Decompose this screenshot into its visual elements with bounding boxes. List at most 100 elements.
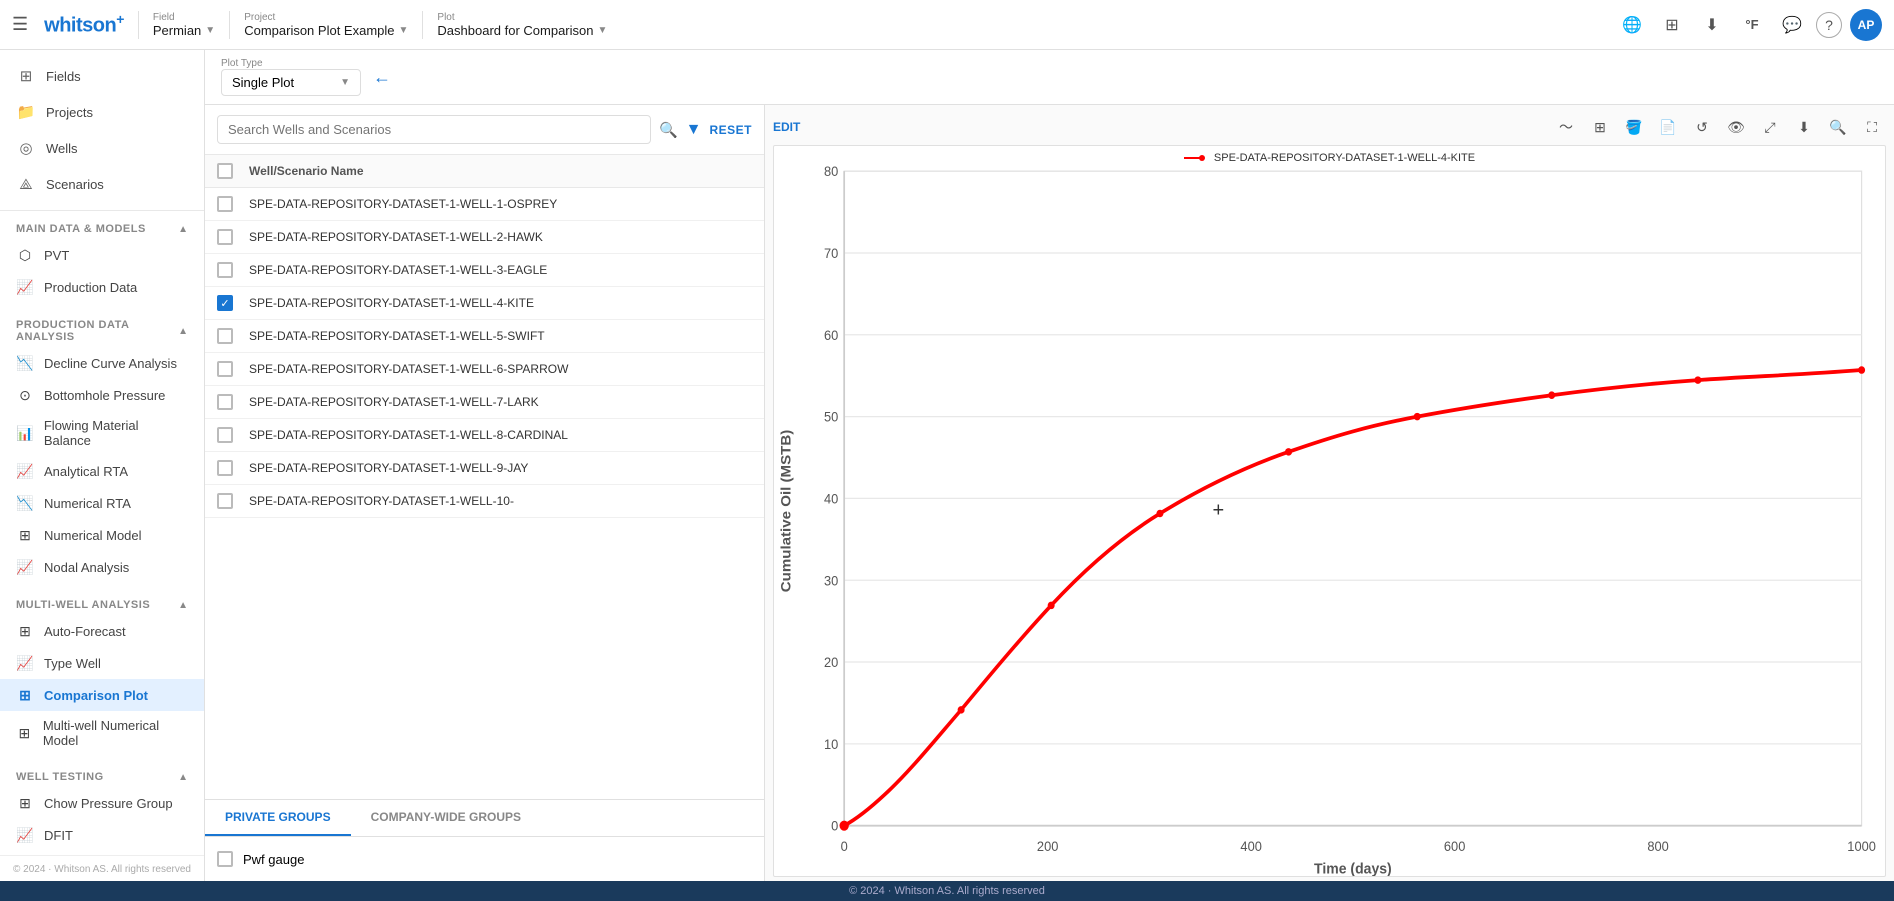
- sidebar-item-chow-pressure[interactable]: ⊞ Chow Pressure Group: [0, 787, 204, 819]
- sidebar-item-bottomhole[interactable]: ⊙ Bottomhole Pressure: [0, 379, 204, 411]
- row-checkbox[interactable]: [217, 229, 233, 245]
- sidebar-item-production-data[interactable]: 📈 Production Data: [0, 271, 204, 303]
- row-checkbox[interactable]: [217, 493, 233, 509]
- comparison-plot-icon: ⊞: [16, 686, 34, 704]
- tab-private-groups[interactable]: PRIVATE GROUPS: [205, 800, 351, 836]
- analytical-rta-label: Analytical RTA: [44, 464, 128, 479]
- plot-selector[interactable]: Plot Dashboard for Comparison ▼: [437, 12, 607, 38]
- sidebar-item-numerical-model[interactable]: ⊞ Numerical Model: [0, 519, 204, 551]
- row-checkbox[interactable]: [217, 460, 233, 476]
- back-button[interactable]: ←: [373, 67, 391, 88]
- flowing-material-icon: 📊: [16, 424, 34, 442]
- auto-forecast-icon: ⊞: [16, 622, 34, 640]
- expand-tool[interactable]: ⤢: [1756, 113, 1784, 141]
- help-icon[interactable]: ?: [1816, 12, 1842, 38]
- sidebar-item-pvt[interactable]: ⬡ PVT: [0, 239, 204, 271]
- chart-container: SPE-DATA-REPOSITORY-DATASET-1-WELL-4-KIT…: [773, 145, 1886, 877]
- wells-table: SPE-DATA-REPOSITORY-DATASET-1-WELL-1-OSP…: [205, 188, 764, 799]
- section-multi-well-header[interactable]: Multi-Well Analysis ▲: [0, 591, 204, 615]
- sidebar-item-wells[interactable]: ◎ Wells: [0, 130, 204, 166]
- table-row[interactable]: SPE-DATA-REPOSITORY-DATASET-1-WELL-6-SPA…: [205, 353, 764, 386]
- grid-icon[interactable]: ⊞: [1656, 9, 1688, 41]
- document-tool[interactable]: 📄: [1654, 113, 1682, 141]
- field-selector[interactable]: Field Permian ▼: [153, 12, 215, 38]
- sidebar-item-fields[interactable]: ⊞ Fields: [0, 58, 204, 94]
- chat-icon[interactable]: 💬: [1776, 9, 1808, 41]
- eye-tool[interactable]: 👁: [1722, 113, 1750, 141]
- section-well-testing-header[interactable]: Well Testing ▲: [0, 763, 204, 787]
- sidebar-item-dfit[interactable]: 📈 DFIT: [0, 819, 204, 851]
- globe-icon[interactable]: 🌐: [1616, 9, 1648, 41]
- wells-table-header: Well/Scenario Name: [205, 155, 764, 188]
- section-production-analysis-header[interactable]: Production Data Analysis ▲: [0, 311, 204, 347]
- plot-type-select[interactable]: Single Plot ▼: [221, 69, 361, 96]
- tab-company-groups[interactable]: COMPANY-WIDE GROUPS: [351, 800, 541, 836]
- production-data-icon: 📈: [16, 278, 34, 296]
- svg-text:1000: 1000: [1847, 838, 1876, 854]
- sidebar-item-numerical-rta[interactable]: 📉 Numerical RTA: [0, 487, 204, 519]
- project-selector[interactable]: Project Comparison Plot Example ▼: [244, 12, 408, 38]
- sidebar-item-flowing-material[interactable]: 📊 Flowing Material Balance: [0, 411, 204, 455]
- reset-button[interactable]: RESET: [709, 123, 752, 137]
- curve-tool[interactable]: 〜: [1552, 113, 1580, 141]
- table-row[interactable]: SPE-DATA-REPOSITORY-DATASET-1-WELL-9-JAY: [205, 452, 764, 485]
- sidebar-item-decline-curve[interactable]: 📉 Decline Curve Analysis: [0, 347, 204, 379]
- paint-tool[interactable]: 🪣: [1620, 113, 1648, 141]
- sidebar-item-multi-well-numerical[interactable]: ⊞ Multi-well Numerical Model: [0, 711, 204, 755]
- refresh-tool[interactable]: ↺: [1688, 113, 1716, 141]
- filter-icon[interactable]: ▼: [686, 121, 702, 139]
- field-select[interactable]: Permian ▼: [153, 23, 215, 38]
- row-checkbox[interactable]: [217, 196, 233, 212]
- table-row[interactable]: SPE-DATA-REPOSITORY-DATASET-1-WELL-7-LAR…: [205, 386, 764, 419]
- row-checkbox-col: [217, 427, 249, 443]
- table-row[interactable]: SPE-DATA-REPOSITORY-DATASET-1-WELL-10-: [205, 485, 764, 518]
- select-all-checkbox[interactable]: [217, 163, 233, 179]
- sidebar-item-analytical-rta[interactable]: 📈 Analytical RTA: [0, 455, 204, 487]
- section-production-analysis: Production Data Analysis ▲ 📉 Decline Cur…: [0, 307, 204, 587]
- project-select[interactable]: Comparison Plot Example ▼: [244, 23, 408, 38]
- sidebar-item-projects[interactable]: 📁 Projects: [0, 94, 204, 130]
- search-icon[interactable]: 🔍: [659, 121, 678, 139]
- menu-icon[interactable]: ☰: [12, 14, 28, 35]
- section-main-data-header[interactable]: Main Data & Models ▲: [0, 215, 204, 239]
- sidebar-item-nodal-analysis[interactable]: 📈 Nodal Analysis: [0, 551, 204, 583]
- row-checkbox[interactable]: [217, 427, 233, 443]
- pwf-checkbox[interactable]: [217, 851, 233, 867]
- topbar-divider-3: [422, 11, 423, 39]
- group-row-pwf: Pwf gauge: [217, 845, 752, 873]
- sidebar-item-scenarios[interactable]: ⟁ Scenarios: [0, 166, 204, 202]
- row-checkbox[interactable]: [217, 361, 233, 377]
- table-row[interactable]: SPE-DATA-REPOSITORY-DATASET-1-WELL-2-HAW…: [205, 221, 764, 254]
- row-checkbox[interactable]: [217, 394, 233, 410]
- dfit-label: DFIT: [44, 828, 73, 843]
- fullscreen-tool[interactable]: ⛶: [1858, 113, 1886, 141]
- numerical-model-icon: ⊞: [16, 526, 34, 544]
- plot-select[interactable]: Dashboard for Comparison ▼: [437, 23, 607, 38]
- bottomhole-icon: ⊙: [16, 386, 34, 404]
- table-row[interactable]: SPE-DATA-REPOSITORY-DATASET-1-WELL-4-KIT…: [205, 287, 764, 320]
- table-row[interactable]: SPE-DATA-REPOSITORY-DATASET-1-WELL-3-EAG…: [205, 254, 764, 287]
- user-avatar[interactable]: AP: [1850, 9, 1882, 41]
- search-input[interactable]: [217, 115, 651, 144]
- download-icon[interactable]: ⬇: [1696, 9, 1728, 41]
- row-well-name: SPE-DATA-REPOSITORY-DATASET-1-WELL-2-HAW…: [249, 230, 752, 244]
- table-tool[interactable]: ⊞: [1586, 113, 1614, 141]
- row-checkbox[interactable]: [217, 295, 233, 311]
- plot-label: Plot: [437, 12, 607, 23]
- temperature-icon[interactable]: °F: [1736, 9, 1768, 41]
- section-main-data-title: Main Data & Models: [16, 223, 146, 235]
- row-checkbox[interactable]: [217, 328, 233, 344]
- section-multi-well: Multi-Well Analysis ▲ ⊞ Auto-Forecast 📈 …: [0, 587, 204, 759]
- row-checkbox[interactable]: [217, 262, 233, 278]
- table-row[interactable]: SPE-DATA-REPOSITORY-DATASET-1-WELL-1-OSP…: [205, 188, 764, 221]
- sidebar-item-type-well[interactable]: 📈 Type Well: [0, 647, 204, 679]
- table-row[interactable]: SPE-DATA-REPOSITORY-DATASET-1-WELL-5-SWI…: [205, 320, 764, 353]
- topbar: ☰ whitson+ Field Permian ▼ Project Compa…: [0, 0, 1894, 50]
- table-row[interactable]: SPE-DATA-REPOSITORY-DATASET-1-WELL-8-CAR…: [205, 419, 764, 452]
- zoom-tool[interactable]: 🔍: [1824, 113, 1852, 141]
- download-chart-tool[interactable]: ⬇: [1790, 113, 1818, 141]
- sidebar-item-comparison-plot[interactable]: ⊞ Comparison Plot: [0, 679, 204, 711]
- sidebar-item-auto-forecast[interactable]: ⊞ Auto-Forecast: [0, 615, 204, 647]
- production-data-label: Production Data: [44, 280, 137, 295]
- chart-edit-button[interactable]: EDIT: [773, 120, 800, 134]
